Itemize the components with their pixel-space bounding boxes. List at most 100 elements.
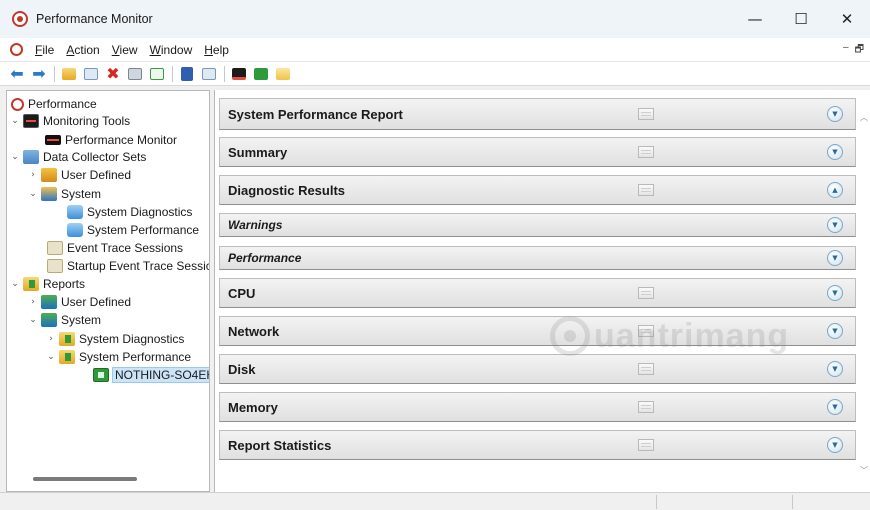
performance-monitor-icon bbox=[12, 11, 28, 27]
back-arrow-icon[interactable]: ⬅ bbox=[8, 64, 26, 83]
expand-icon[interactable]: ▼ bbox=[827, 144, 843, 160]
event-trace-icon bbox=[47, 259, 63, 273]
reports-icon bbox=[23, 277, 39, 291]
section-title: System Performance Report bbox=[228, 106, 403, 122]
system-menu-icon[interactable] bbox=[10, 43, 23, 56]
report-section[interactable]: Disk ▼ bbox=[219, 354, 856, 384]
menu-action[interactable]: Action bbox=[66, 43, 99, 57]
table-view-icon[interactable] bbox=[638, 287, 654, 299]
tree-item-dcs-system-diagnostics[interactable]: System Diagnostics bbox=[65, 203, 192, 221]
report-section[interactable]: Report Statistics ▼ bbox=[219, 430, 856, 460]
refresh-icon[interactable] bbox=[148, 65, 166, 83]
table-view-icon[interactable] bbox=[638, 363, 654, 375]
toolbar: ⬅ ➡ ✖ bbox=[0, 62, 870, 86]
section-title: Disk bbox=[228, 361, 256, 377]
scroll-down-icon[interactable]: ﹀ bbox=[860, 465, 868, 476]
report-section[interactable]: Warnings ▼ bbox=[219, 213, 856, 237]
expand-icon[interactable]: ▼ bbox=[827, 217, 843, 233]
tree-item-rep-system-diagnostics[interactable]: › System Diagnostics bbox=[45, 330, 184, 348]
monitoring-tools-icon bbox=[23, 114, 39, 128]
tree-label: System Diagnostics bbox=[87, 205, 193, 219]
tree-label: System bbox=[61, 313, 102, 327]
status-divider bbox=[656, 495, 657, 509]
table-view-icon[interactable] bbox=[638, 146, 654, 158]
tree-item-report-node[interactable]: NOTHING-SO4EH2 bbox=[91, 366, 209, 384]
tree-item-data-collector-sets[interactable]: ⌄ Data Collector Sets bbox=[9, 148, 146, 166]
section-title: Report Statistics bbox=[228, 437, 332, 453]
user-defined-icon bbox=[41, 168, 57, 182]
forward-arrow-icon[interactable]: ➡ bbox=[30, 64, 48, 83]
table-view-icon[interactable] bbox=[638, 184, 654, 196]
chevron-down-icon[interactable]: ⌄ bbox=[27, 189, 39, 199]
chevron-down-icon[interactable]: ⌄ bbox=[9, 116, 21, 126]
table-view-icon[interactable] bbox=[638, 108, 654, 120]
section-title: Performance bbox=[228, 251, 302, 265]
close-button[interactable]: ✕ bbox=[824, 0, 870, 38]
tree-label: System Diagnostics bbox=[79, 332, 185, 346]
delete-icon[interactable]: ✖ bbox=[104, 64, 122, 83]
folder-up-icon[interactable] bbox=[60, 65, 78, 83]
table-view-icon[interactable] bbox=[638, 401, 654, 413]
menu-help[interactable]: Help bbox=[204, 43, 229, 57]
tree-item-rep-user-defined[interactable]: › User Defined bbox=[27, 293, 131, 311]
report-view-icon[interactable] bbox=[252, 65, 270, 83]
mdi-controls: – 🗗 bbox=[843, 42, 864, 59]
section-title: CPU bbox=[228, 285, 256, 301]
tree-item-startup-event-trace[interactable]: Startup Event Trace Sessic bbox=[45, 257, 209, 275]
expand-icon[interactable]: ▼ bbox=[827, 437, 843, 453]
report-section[interactable]: Diagnostic Results ▲ bbox=[219, 175, 856, 205]
expand-icon[interactable]: ▼ bbox=[827, 361, 843, 377]
tree-item-performance-monitor[interactable]: Performance Monitor bbox=[43, 131, 177, 149]
chevron-down-icon[interactable]: ⌄ bbox=[9, 279, 21, 289]
chevron-right-icon[interactable]: › bbox=[45, 334, 57, 344]
help-icon[interactable] bbox=[178, 65, 196, 83]
expand-icon[interactable]: ▼ bbox=[827, 285, 843, 301]
tree-item-dcs-system[interactable]: ⌄ System bbox=[27, 185, 101, 203]
tree-label: System Performance bbox=[79, 350, 192, 364]
chevron-down-icon[interactable]: ⌄ bbox=[27, 315, 39, 325]
chevron-right-icon[interactable]: › bbox=[27, 297, 39, 307]
expand-icon[interactable]: ▼ bbox=[827, 323, 843, 339]
menu-bar: File Action View Window Help – 🗗 bbox=[0, 38, 870, 62]
open-folder-icon[interactable] bbox=[274, 65, 292, 83]
collapse-icon[interactable]: ▲ bbox=[827, 182, 843, 198]
report-section[interactable]: CPU ▼ bbox=[219, 278, 856, 308]
horizontal-scrollbar[interactable] bbox=[33, 477, 137, 481]
tree-item-event-trace-sessions[interactable]: Event Trace Sessions bbox=[45, 239, 183, 257]
console-tree-icon[interactable] bbox=[82, 65, 100, 83]
graph-view-icon[interactable] bbox=[230, 65, 248, 83]
report-section[interactable]: Summary ▼ bbox=[219, 137, 856, 167]
report-section[interactable]: Memory ▼ bbox=[219, 392, 856, 422]
scroll-up-icon[interactable]: ︿ bbox=[860, 112, 868, 123]
properties-icon[interactable] bbox=[200, 65, 218, 83]
status-divider bbox=[792, 495, 793, 509]
tree-item-dcs-system-performance[interactable]: System Performance bbox=[65, 221, 199, 239]
mdi-restore-button[interactable]: 🗗 bbox=[855, 42, 864, 59]
expand-icon[interactable]: ▼ bbox=[827, 250, 843, 266]
chevron-down-icon[interactable]: ⌄ bbox=[45, 352, 57, 362]
print-icon[interactable] bbox=[126, 65, 144, 83]
menu-window[interactable]: Window bbox=[150, 43, 193, 57]
report-section[interactable]: Network ▼ bbox=[219, 316, 856, 346]
expand-icon[interactable]: ▼ bbox=[827, 399, 843, 415]
menu-file[interactable]: File bbox=[35, 43, 54, 57]
tree-item-monitoring-tools[interactable]: ⌄ Monitoring Tools bbox=[9, 112, 130, 130]
tree-item-dcs-user-defined[interactable]: › User Defined bbox=[27, 166, 131, 184]
report-section[interactable]: Performance ▼ bbox=[219, 246, 856, 270]
tree-item-reports[interactable]: ⌄ Reports bbox=[9, 275, 85, 293]
report-section[interactable]: System Performance Report ▼ bbox=[219, 98, 856, 130]
chevron-down-icon[interactable]: ⌄ bbox=[9, 152, 21, 162]
minimize-button[interactable]: — bbox=[732, 0, 778, 38]
section-title: Warnings bbox=[228, 218, 283, 232]
table-view-icon[interactable] bbox=[638, 439, 654, 451]
expand-icon[interactable]: ▼ bbox=[827, 106, 843, 122]
tree-item-performance[interactable]: Performance bbox=[9, 95, 97, 113]
table-view-icon[interactable] bbox=[638, 325, 654, 337]
tree-item-rep-system-performance[interactable]: ⌄ System Performance bbox=[45, 348, 191, 366]
chevron-right-icon[interactable]: › bbox=[27, 170, 39, 180]
tree-label: User Defined bbox=[61, 295, 132, 309]
mdi-minimize-button[interactable]: – bbox=[843, 42, 849, 59]
tree-item-rep-system[interactable]: ⌄ System bbox=[27, 311, 101, 329]
menu-view[interactable]: View bbox=[112, 43, 138, 57]
maximize-button[interactable]: ☐ bbox=[778, 0, 824, 38]
